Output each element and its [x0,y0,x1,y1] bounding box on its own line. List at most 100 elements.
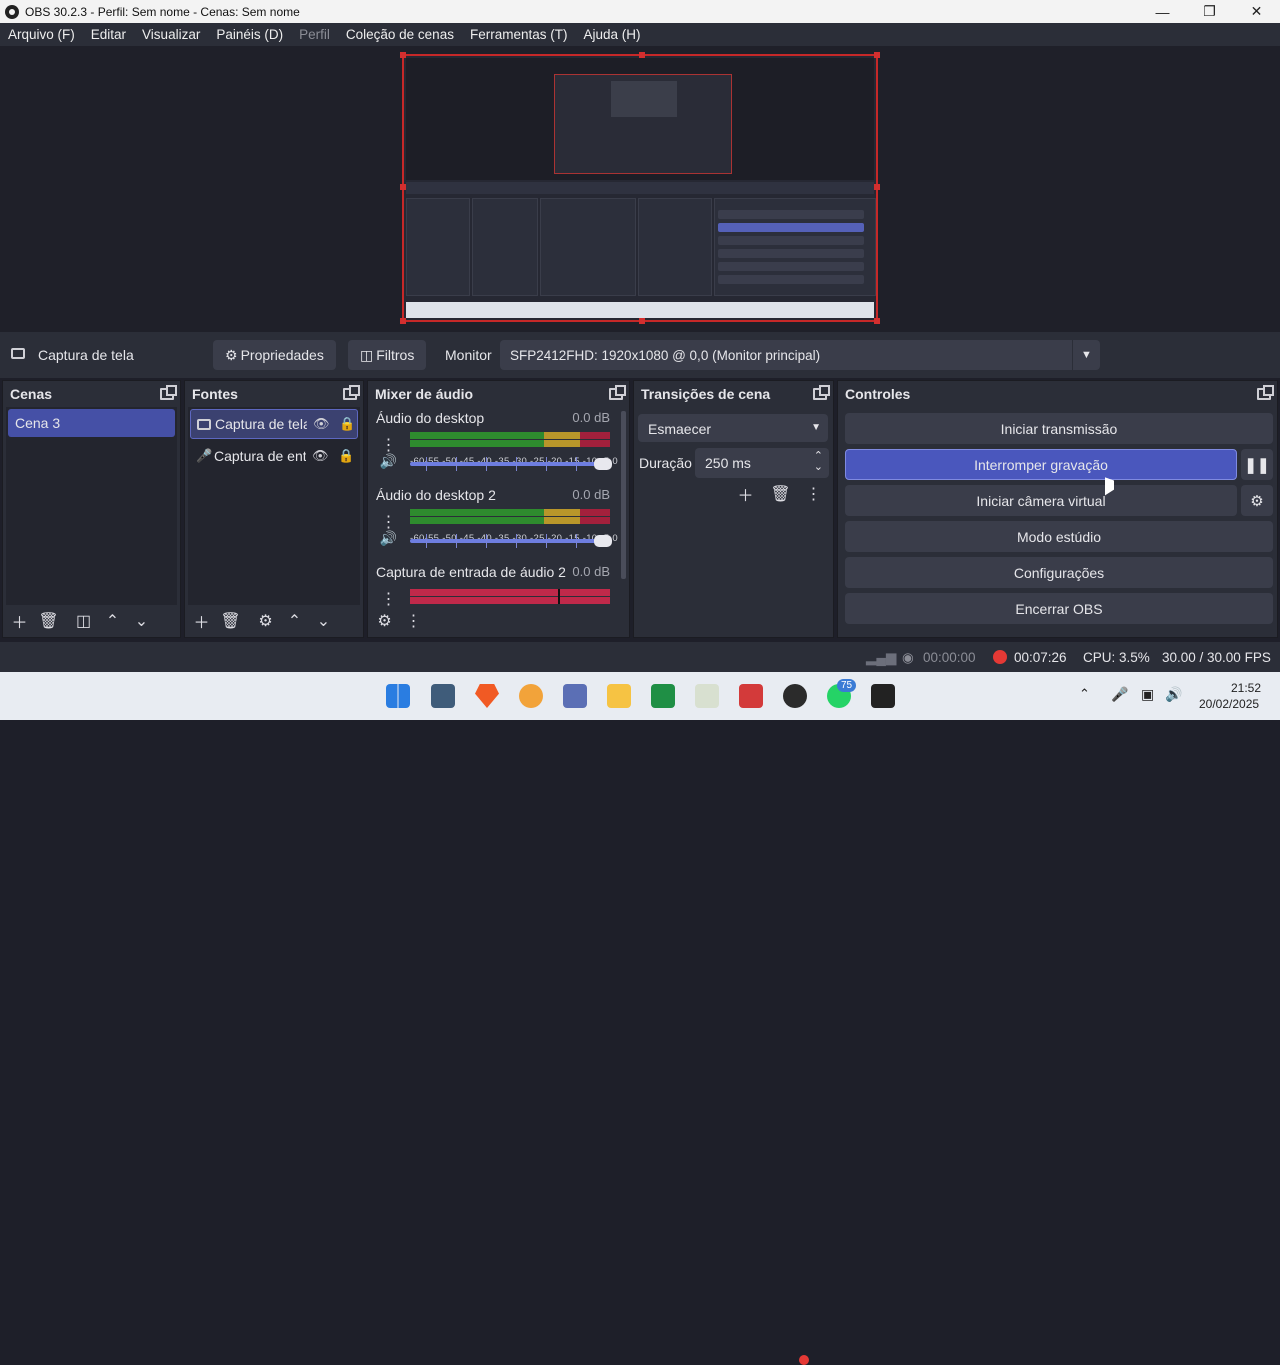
filter-icon[interactable]: ◫ [72,610,95,633]
start-stream-button[interactable]: Iniciar transmissão [845,413,1273,444]
mixer-scrollbar[interactable] [621,411,626,579]
taskbar: 75 ⌃ 🎤 ▣ 🔊 21:52 20/02/2025 [0,672,1280,1365]
brave-browser-icon[interactable] [475,684,499,708]
add-icon[interactable]: ＋ [734,482,757,505]
menu-ferramentas[interactable]: Ferramentas (T) [462,27,576,42]
more-vertical-icon[interactable]: ⋮ [402,610,425,633]
mixer-channel: Áudio do desktop 20.0 dB ⋮ -60-55 -50 -4… [376,487,618,564]
source-item-audio-input[interactable]: 🎤 Captura de entrada de áudio 2 👁 🔒 [190,441,358,471]
lock-icon[interactable]: 🔒 [338,448,354,464]
resize-handle[interactable] [639,52,645,58]
obs-taskbar-icon[interactable] [783,684,807,708]
duration-spinbox[interactable]: 250 ms ⌃ ⌄ [695,448,829,478]
volume-slider[interactable] [410,534,612,548]
transition-select[interactable]: Esmaecer ▼ [638,414,828,442]
add-icon[interactable]: ＋ [8,610,31,633]
lock-icon[interactable]: 🔒 [339,416,355,432]
preview-nested-button [718,236,864,245]
monitor-label: Monitor [445,347,492,363]
window-title: OBS 30.2.3 - Perfil: Sem nome - Cenas: S… [25,4,300,19]
task-view-icon[interactable] [431,684,455,708]
resize-handle[interactable] [400,184,406,190]
eye-icon[interactable]: 👁 [313,416,330,432]
resize-handle[interactable] [400,52,406,58]
undock-icon[interactable] [813,385,830,400]
gear-icon[interactable]: ⚙ [254,610,277,633]
volume-slider[interactable] [410,457,612,471]
resize-handle[interactable] [874,318,880,324]
add-icon[interactable]: ＋ [190,610,213,633]
properties-button[interactable]: ⚙ Propriedades [213,340,336,370]
recording-time: 00:07:26 [1014,650,1067,665]
chevron-up-icon[interactable]: ⌃ [101,610,124,633]
stop-recording-button[interactable]: Interromper gravação [845,449,1237,480]
chevron-down-icon[interactable]: ⌄ [814,460,823,473]
settings-button[interactable]: Configurações [845,557,1273,588]
undock-icon[interactable] [343,385,360,400]
undock-icon[interactable] [160,385,177,400]
speaker-icon[interactable]: 🔊 [377,527,400,550]
source-item-display-capture[interactable]: Captura de tela 👁 🔒 [190,409,358,439]
menu-paineis[interactable]: Painéis (D) [208,27,291,42]
menu-editar[interactable]: Editar [83,27,134,42]
resize-handle[interactable] [874,184,880,190]
controls-title: Controles [845,386,911,402]
chevron-down-icon[interactable]: ▼ [1072,340,1100,370]
app-icon[interactable] [563,684,587,708]
pause-icon: ❚❚ [1244,456,1270,474]
volume-slider-handle[interactable] [594,535,612,547]
microphone-icon[interactable]: 🎤 [1111,686,1128,703]
mouse-cursor-icon [1105,477,1114,499]
menu-arquivo[interactable]: Arquivo (F) [0,27,83,42]
menu-ajuda[interactable]: Ajuda (H) [575,27,648,42]
resize-handle[interactable] [400,318,406,324]
scene-item[interactable]: Cena 3 [8,409,175,437]
volume-slider-handle[interactable] [594,458,612,470]
undock-icon[interactable] [1257,385,1274,400]
minimize-icon[interactable]: — [1139,4,1186,20]
start-virtual-cam-button[interactable]: Iniciar câmera virtual [845,485,1237,516]
trash-icon[interactable]: 🗑 [769,482,792,505]
volume-icon[interactable]: 🔊 [1165,686,1182,703]
gear-icon[interactable]: ⚙ [373,610,396,633]
exit-button[interactable]: Encerrar OBS [845,593,1273,624]
preview-canvas[interactable] [400,52,880,324]
menu-colecao-cenas[interactable]: Coleção de cenas [338,27,462,42]
app-icon[interactable] [739,684,763,708]
menu-perfil[interactable]: Perfil [291,27,338,42]
restore-icon[interactable]: ❐ [1186,3,1233,20]
sources-list[interactable]: Captura de tela 👁 🔒 🎤 Captura de entrada… [188,407,360,605]
channel-db: 0.0 dB [572,564,610,579]
close-icon[interactable]: ✕ [1233,3,1280,20]
pause-recording-button[interactable]: ❚❚ [1241,449,1273,480]
trash-icon[interactable]: 🗑 [37,610,60,633]
windows-start-icon[interactable] [386,684,410,708]
virtual-cam-settings-button[interactable]: ⚙ [1241,485,1273,516]
signal-icon: ▂▄▆ [866,650,897,665]
start-virtual-cam-label: Iniciar câmera virtual [976,492,1106,509]
chevron-up-icon[interactable]: ⌃ [283,610,306,633]
scenes-list[interactable]: Cena 3 [6,407,177,605]
chevron-down-icon[interactable]: ⌄ [312,610,335,633]
chevron-down-icon[interactable]: ⌄ [130,610,153,633]
resize-handle[interactable] [639,318,645,324]
app-icon[interactable] [519,684,543,708]
app-icon[interactable] [695,684,719,708]
menu-visualizar[interactable]: Visualizar [134,27,208,42]
sources-dock: Fontes Captura de tela 👁 🔒 🎤 Captura de … [184,380,364,638]
sources-title: Fontes [192,386,238,402]
epic-games-icon[interactable] [871,684,895,708]
resize-handle[interactable] [874,52,880,58]
speaker-icon[interactable]: 🔊 [377,450,400,473]
trash-icon[interactable]: 🗑 [219,610,242,633]
studio-mode-button[interactable]: Modo estúdio [845,521,1273,552]
more-vertical-icon[interactable]: ⋮ [802,482,825,505]
network-icon[interactable]: ▣ [1141,686,1154,703]
monitor-select[interactable]: SFP2412FHD: 1920x1080 @ 0,0 (Monitor pri… [500,340,1100,370]
chevron-up-icon[interactable]: ⌃ [1079,686,1090,702]
excel-icon[interactable] [651,684,675,708]
undock-icon[interactable] [609,385,626,400]
eye-icon[interactable]: 👁 [312,448,329,464]
filters-button[interactable]: ◫ Filtros [348,340,427,370]
file-explorer-icon[interactable] [607,684,631,708]
